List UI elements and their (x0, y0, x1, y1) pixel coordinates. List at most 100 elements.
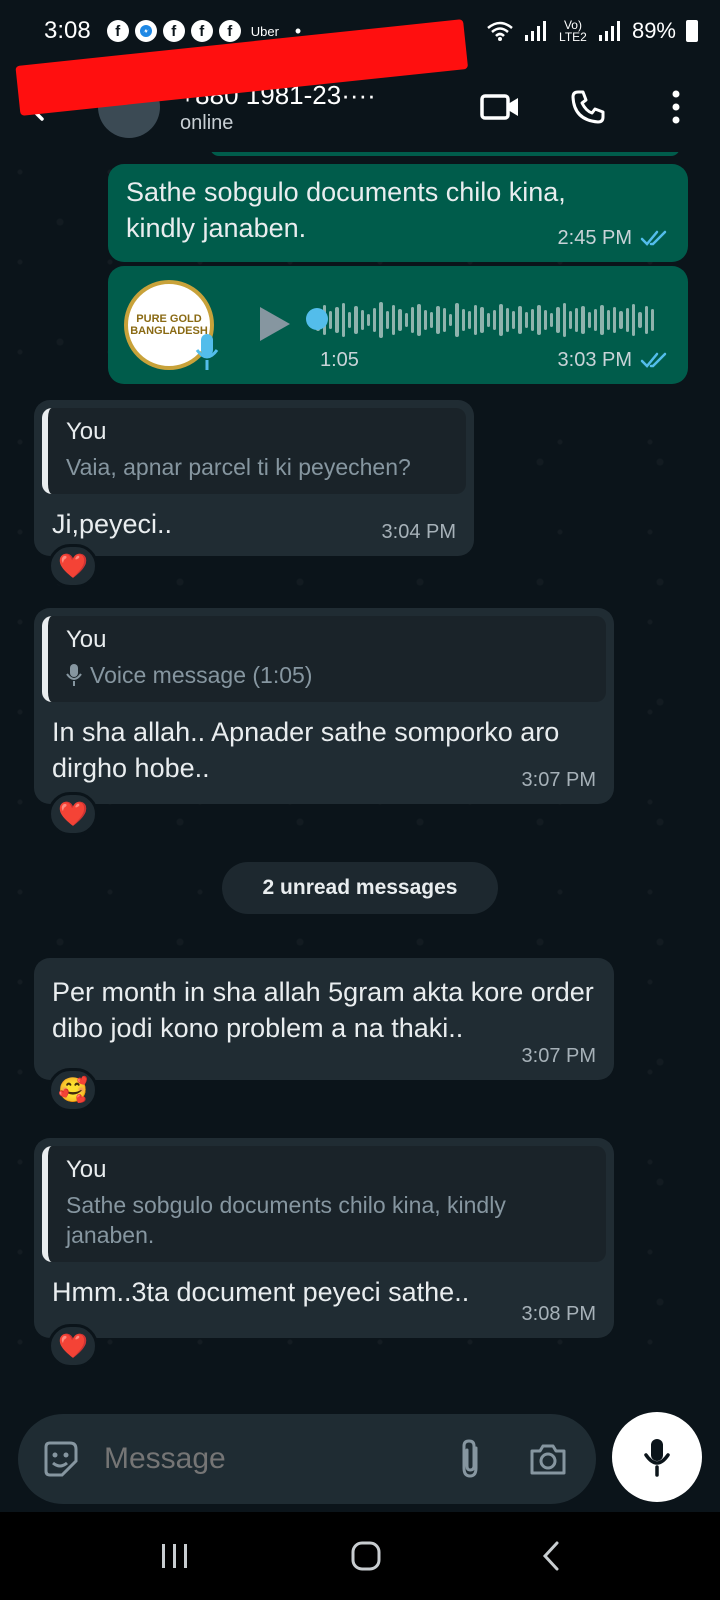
waveform-bar (518, 306, 522, 334)
facebook-icon: f (106, 20, 129, 42)
facebook-icon: f (190, 20, 213, 42)
voice-waveform[interactable] (310, 300, 655, 340)
waveform-bar (436, 306, 440, 334)
waveform-bar (467, 311, 472, 329)
attach-icon[interactable] (458, 1438, 482, 1480)
waveform-bar (429, 312, 434, 328)
video-call-button[interactable] (480, 87, 520, 127)
waveform-bar (505, 308, 509, 332)
waveform-bar (625, 308, 629, 332)
quote-author: You (66, 418, 107, 445)
chat-area[interactable]: Sathe sobgulo documents chilo kina, kind… (0, 152, 720, 1400)
network-label: Vo) LTE2 (559, 18, 587, 44)
waveform-bar (499, 304, 503, 336)
waveform-bar (524, 312, 528, 328)
message-bubble-incoming[interactable]: You Vaia, apnar parcel ti ki peyechen? J… (34, 400, 474, 556)
waveform-bar (581, 306, 585, 334)
unread-messages-divider: 2 unread messages (222, 862, 498, 914)
voice-duration: 1:05 (320, 349, 359, 371)
waveform-bar (600, 305, 604, 335)
waveform-bar (392, 305, 396, 335)
message-time: 3:04 PM (381, 521, 456, 543)
system-back-icon[interactable] (541, 1540, 561, 1572)
waveform-bar (530, 309, 535, 331)
play-icon[interactable] (254, 304, 294, 344)
message-bubble-incoming[interactable]: You Sathe sobgulo documents chilo kina, … (34, 1138, 614, 1338)
quote-text: Vaia, apnar parcel ti ki peyechen? (66, 454, 411, 480)
messenger-icon (134, 20, 157, 42)
menu-button[interactable] (656, 87, 696, 127)
battery-icon (686, 20, 698, 42)
composer-actions (458, 1438, 568, 1480)
waveform-bar (587, 312, 592, 328)
voice-record-button[interactable] (612, 1412, 702, 1502)
sticker-icon[interactable] (40, 1439, 80, 1479)
signal-icon-2 (598, 21, 620, 41)
message-text: Sathe sobgulo documents chilo kina, kind… (126, 177, 566, 243)
quoted-message[interactable]: You Vaia, apnar parcel ti ki peyechen? (42, 408, 466, 494)
home-icon[interactable] (350, 1540, 382, 1572)
waveform-bar (379, 302, 383, 338)
waveform-bar (347, 312, 352, 328)
message-bubble-incoming[interactable]: Per month in sha allah 5gram akta kore o… (34, 958, 614, 1080)
message-time: 2:45 PM (557, 227, 632, 249)
mic-icon (644, 1439, 670, 1477)
facebook-icon: f (218, 20, 241, 42)
waveform-bar (543, 310, 547, 330)
waveform-bar (411, 307, 415, 333)
waveform-bar (341, 303, 345, 337)
waveform-bar (474, 305, 478, 335)
waveform-bar (328, 311, 333, 329)
quote-text: Voice message (1:05) (66, 660, 592, 690)
playback-position-dot[interactable] (306, 308, 328, 330)
waveform-bar (366, 314, 371, 326)
waveform-bar (613, 307, 617, 333)
voice-message-bubble[interactable]: PURE GOLD BANGLADESH 1:05 3:03 PM (108, 266, 688, 384)
waveform-bar (423, 310, 427, 330)
message-time: 3:03 PM (557, 349, 632, 371)
message-meta: 3:08 PM (522, 1303, 596, 1326)
quoted-message[interactable]: You Voice message (1:05) (42, 616, 606, 702)
battery-percent: 89% (631, 18, 676, 43)
facebook-icon: f (162, 20, 185, 42)
waveform-bar (335, 307, 339, 333)
reaction-badge[interactable]: ❤️ (48, 544, 98, 588)
header-actions (480, 87, 696, 127)
waveform-bar (638, 312, 642, 328)
waveform-bar (486, 313, 491, 327)
camera-icon[interactable] (528, 1441, 568, 1477)
waveform-bar (442, 308, 446, 332)
waveform-bar (562, 303, 566, 337)
waveform-bar (631, 304, 636, 336)
message-time: 3:08 PM (521, 1303, 596, 1325)
reaction-badge[interactable]: 🥰 (48, 1068, 98, 1112)
waveform-bar (360, 310, 364, 330)
message-meta: 3:04 PM (382, 521, 456, 544)
waveform-bar (493, 310, 497, 330)
waveform-bar (455, 303, 459, 337)
waveform-bar (385, 311, 390, 329)
waveform-bar (480, 307, 484, 333)
message-time: 3:07 PM (521, 769, 596, 791)
message-input[interactable] (104, 1442, 384, 1476)
waveform-bar (619, 311, 623, 329)
waveform-bar (404, 313, 408, 327)
reaction-badge[interactable]: ❤️ (48, 792, 98, 836)
message-bubble-incoming[interactable]: You Voice message (1:05) In sha allah.. … (34, 608, 614, 804)
double-check-icon (640, 352, 667, 368)
system-nav-bar (0, 1512, 720, 1600)
waveform-bar (417, 304, 421, 336)
waveform-bar (461, 309, 465, 331)
phone-icon (571, 90, 605, 124)
waveform-bar (448, 314, 453, 326)
quoted-message[interactable]: You Sathe sobgulo documents chilo kina, … (42, 1146, 606, 1262)
double-check-icon (640, 230, 667, 246)
voice-call-button[interactable] (568, 87, 608, 127)
reaction-badge[interactable]: ❤️ (48, 1324, 98, 1368)
message-bubble-outgoing[interactable]: Sathe sobgulo documents chilo kina, kind… (108, 164, 688, 262)
recent-apps-icon[interactable] (159, 1542, 191, 1570)
waveform-bar (354, 306, 358, 334)
video-camera-icon (480, 94, 518, 120)
waveform-bar (556, 307, 560, 333)
waveform-bar (606, 310, 610, 330)
